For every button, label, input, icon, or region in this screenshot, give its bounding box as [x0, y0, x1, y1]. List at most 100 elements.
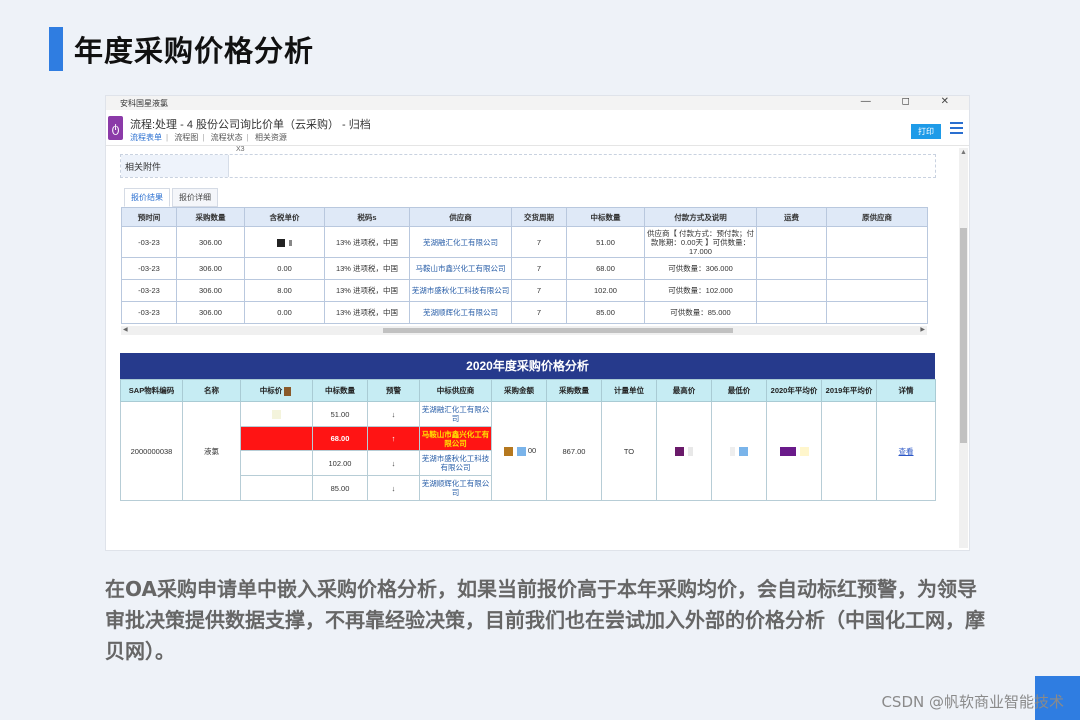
cell-supplier: 芜湖顺辉化工有限公司 [409, 301, 512, 324]
cell-award-qty: 85.00 [566, 301, 645, 324]
window-controls[interactable]: — ◻ ✕ [861, 96, 963, 107]
cell-qty: 306.00 [176, 301, 245, 324]
detail-link-text[interactable]: 查看 [899, 447, 914, 456]
scroll-up-icon[interactable]: ▲ [960, 149, 967, 156]
cell-supplier: 芜湖市盛秋化工科技有限公司 [409, 279, 512, 302]
cell-price [240, 426, 313, 451]
cell-payment: 可供数量：102.000 [644, 279, 757, 302]
cell-material-code: 2000000038 [120, 401, 183, 501]
flow-header: ტ 流程:处理 - 4 股份公司询比价单（云采购） - 归档 流程表单 | 流程图… [106, 110, 969, 146]
scroll-left-icon[interactable]: ◀ [123, 326, 128, 333]
tab-flow-status[interactable]: 流程状态 [211, 133, 243, 142]
cell-warning: ↓ [367, 401, 420, 427]
col-header: 名称 [182, 379, 241, 402]
tab-flow-form[interactable]: 流程表单 [130, 133, 162, 142]
tab-related-resources[interactable]: 相关资源 [255, 133, 287, 142]
attachment-row: 相关附件 X3 [120, 146, 936, 178]
col-header: 含税单价 [244, 207, 325, 227]
cell-date: -03-23 [121, 257, 177, 280]
watermark: CSDN @帆软商业智能技术 [881, 693, 1064, 711]
col-header: 供应商 [409, 207, 512, 227]
price-analysis-panel: 2020年度采购价格分析 SAP物料编码 名称 中标价 中标数量 预警 中标供应… [120, 353, 936, 501]
cell-tax: 13% 进项税，中国 [324, 257, 410, 280]
quote-header-row: 预时间 采购数量 含税单价 税码s 供应商 交货周期 中标数量 付款方式及说明 … [121, 207, 928, 227]
vertical-scrollbar[interactable]: ▲ [959, 148, 968, 548]
cell-amount: 00 [491, 401, 547, 501]
oa-screenshot: 安科国星液氯 — ◻ ✕ ტ 流程:处理 - 4 股份公司询比价单（云采购） -… [105, 95, 970, 551]
page-title: 年度采购价格分析 [74, 34, 315, 68]
tab-flow-chart[interactable]: 流程图 [174, 133, 198, 142]
scroll-thumb[interactable] [960, 228, 967, 443]
cell-lead-time: 7 [511, 279, 567, 302]
cell-price [240, 450, 313, 476]
print-button[interactable]: 打印 [911, 124, 941, 139]
tab-quote-result[interactable]: 报价结果 [124, 188, 170, 207]
window-title: 安科国星液氯 [120, 99, 168, 108]
cell-tax: 13% 进项税，中国 [324, 301, 410, 324]
col-header: 采购金额 [491, 379, 547, 402]
col-header: 税码s [324, 207, 410, 227]
cell-date: -03-23 [121, 226, 177, 258]
col-header: 采购数量 [176, 207, 245, 227]
cell-tax: 13% 进项税，中国 [324, 226, 410, 258]
cell-supplier: 芜湖顺辉化工有限公司 [419, 475, 492, 501]
col-header: 详情 [876, 379, 936, 402]
cell-supplier: 芜湖融汇化工有限公司 [409, 226, 512, 258]
cell-lead-time: 7 [511, 226, 567, 258]
cell-avg-2019 [821, 401, 877, 501]
scroll-thumb[interactable] [383, 328, 733, 333]
cell-freight [756, 226, 827, 258]
cell-supplier: 芜湖融汇化工有限公司 [419, 401, 492, 427]
analysis-title: 2020年度采购价格分析 [120, 353, 935, 379]
cell-award-qty: 102.00 [312, 450, 368, 476]
col-header: 采购数量 [546, 379, 602, 402]
cell-date: -03-23 [121, 279, 177, 302]
tab-quote-detail[interactable]: 报价详细 [172, 188, 218, 207]
scroll-right-icon[interactable]: ▶ [920, 326, 925, 333]
attachment-top-text: X3 [236, 146, 245, 153]
cell-payment: 供应商【 付款方式：预付款；付款账期：0.00天 】可供数量：17.000 [644, 226, 757, 258]
menu-icon[interactable] [950, 122, 963, 136]
cell-price [240, 401, 313, 427]
cell-lead-time: 7 [511, 301, 567, 324]
cell-award-qty: 68.00 [312, 426, 368, 451]
analysis-table: SAP物料编码 名称 中标价 中标数量 预警 中标供应商 采购金额 采购数量 计… [120, 379, 936, 501]
cell-supplier: 马鞍山市鑫兴化工有限公司 [419, 426, 492, 451]
col-header: SAP物料编码 [120, 379, 183, 402]
col-header: 2020年平均价 [766, 379, 822, 402]
col-header: 最低价 [711, 379, 767, 402]
table-row: 2000000038 液氯 51.00 ↓ 芜湖融汇化工有限公司 00 867.… [120, 401, 936, 501]
cell-orig-supplier [826, 257, 928, 280]
cell-payment: 可供数量：85.000 [644, 301, 757, 324]
cell-min-price [711, 401, 767, 501]
cell-orig-supplier [826, 301, 928, 324]
cell-freight [756, 279, 827, 302]
flow-title: 流程:处理 - 4 股份公司询比价单（云采购） - 归档 [130, 119, 371, 131]
detail-link[interactable]: 查看 [876, 401, 936, 501]
cell-warning: ↓ [367, 450, 420, 476]
col-header-text: 中标价 [259, 386, 283, 395]
cell-orig-supplier [826, 279, 928, 302]
flow-logo-icon: ტ [108, 116, 123, 140]
cell-price [244, 226, 325, 258]
cell-award-qty: 102.00 [566, 279, 645, 302]
analysis-header-row: SAP物料编码 名称 中标价 中标数量 预警 中标供应商 采购金额 采购数量 计… [120, 379, 936, 402]
cell-award-qty: 68.00 [566, 257, 645, 280]
cell-qty: 306.00 [176, 279, 245, 302]
horizontal-scrollbar[interactable]: ◀ ▶ [121, 326, 927, 335]
cell-warning: ↓ [367, 475, 420, 501]
col-header: 中标数量 [566, 207, 645, 227]
col-header: 付款方式及说明 [644, 207, 757, 227]
col-header: 交货周期 [511, 207, 567, 227]
quote-tabs: 报价结果 报价详细 [124, 188, 220, 207]
cell-max-price [656, 401, 712, 501]
cell-orig-supplier [826, 226, 928, 258]
cell-lead-time: 7 [511, 257, 567, 280]
cell-freight [756, 301, 827, 324]
cell-price: 0.00 [244, 257, 325, 280]
title-accent-bar [49, 27, 63, 71]
col-header: 2019年平均价 [821, 379, 877, 402]
cell-payment: 可供数量：306.000 [644, 257, 757, 280]
col-header: 预警 [367, 379, 420, 402]
cell-price: 0.00 [244, 301, 325, 324]
